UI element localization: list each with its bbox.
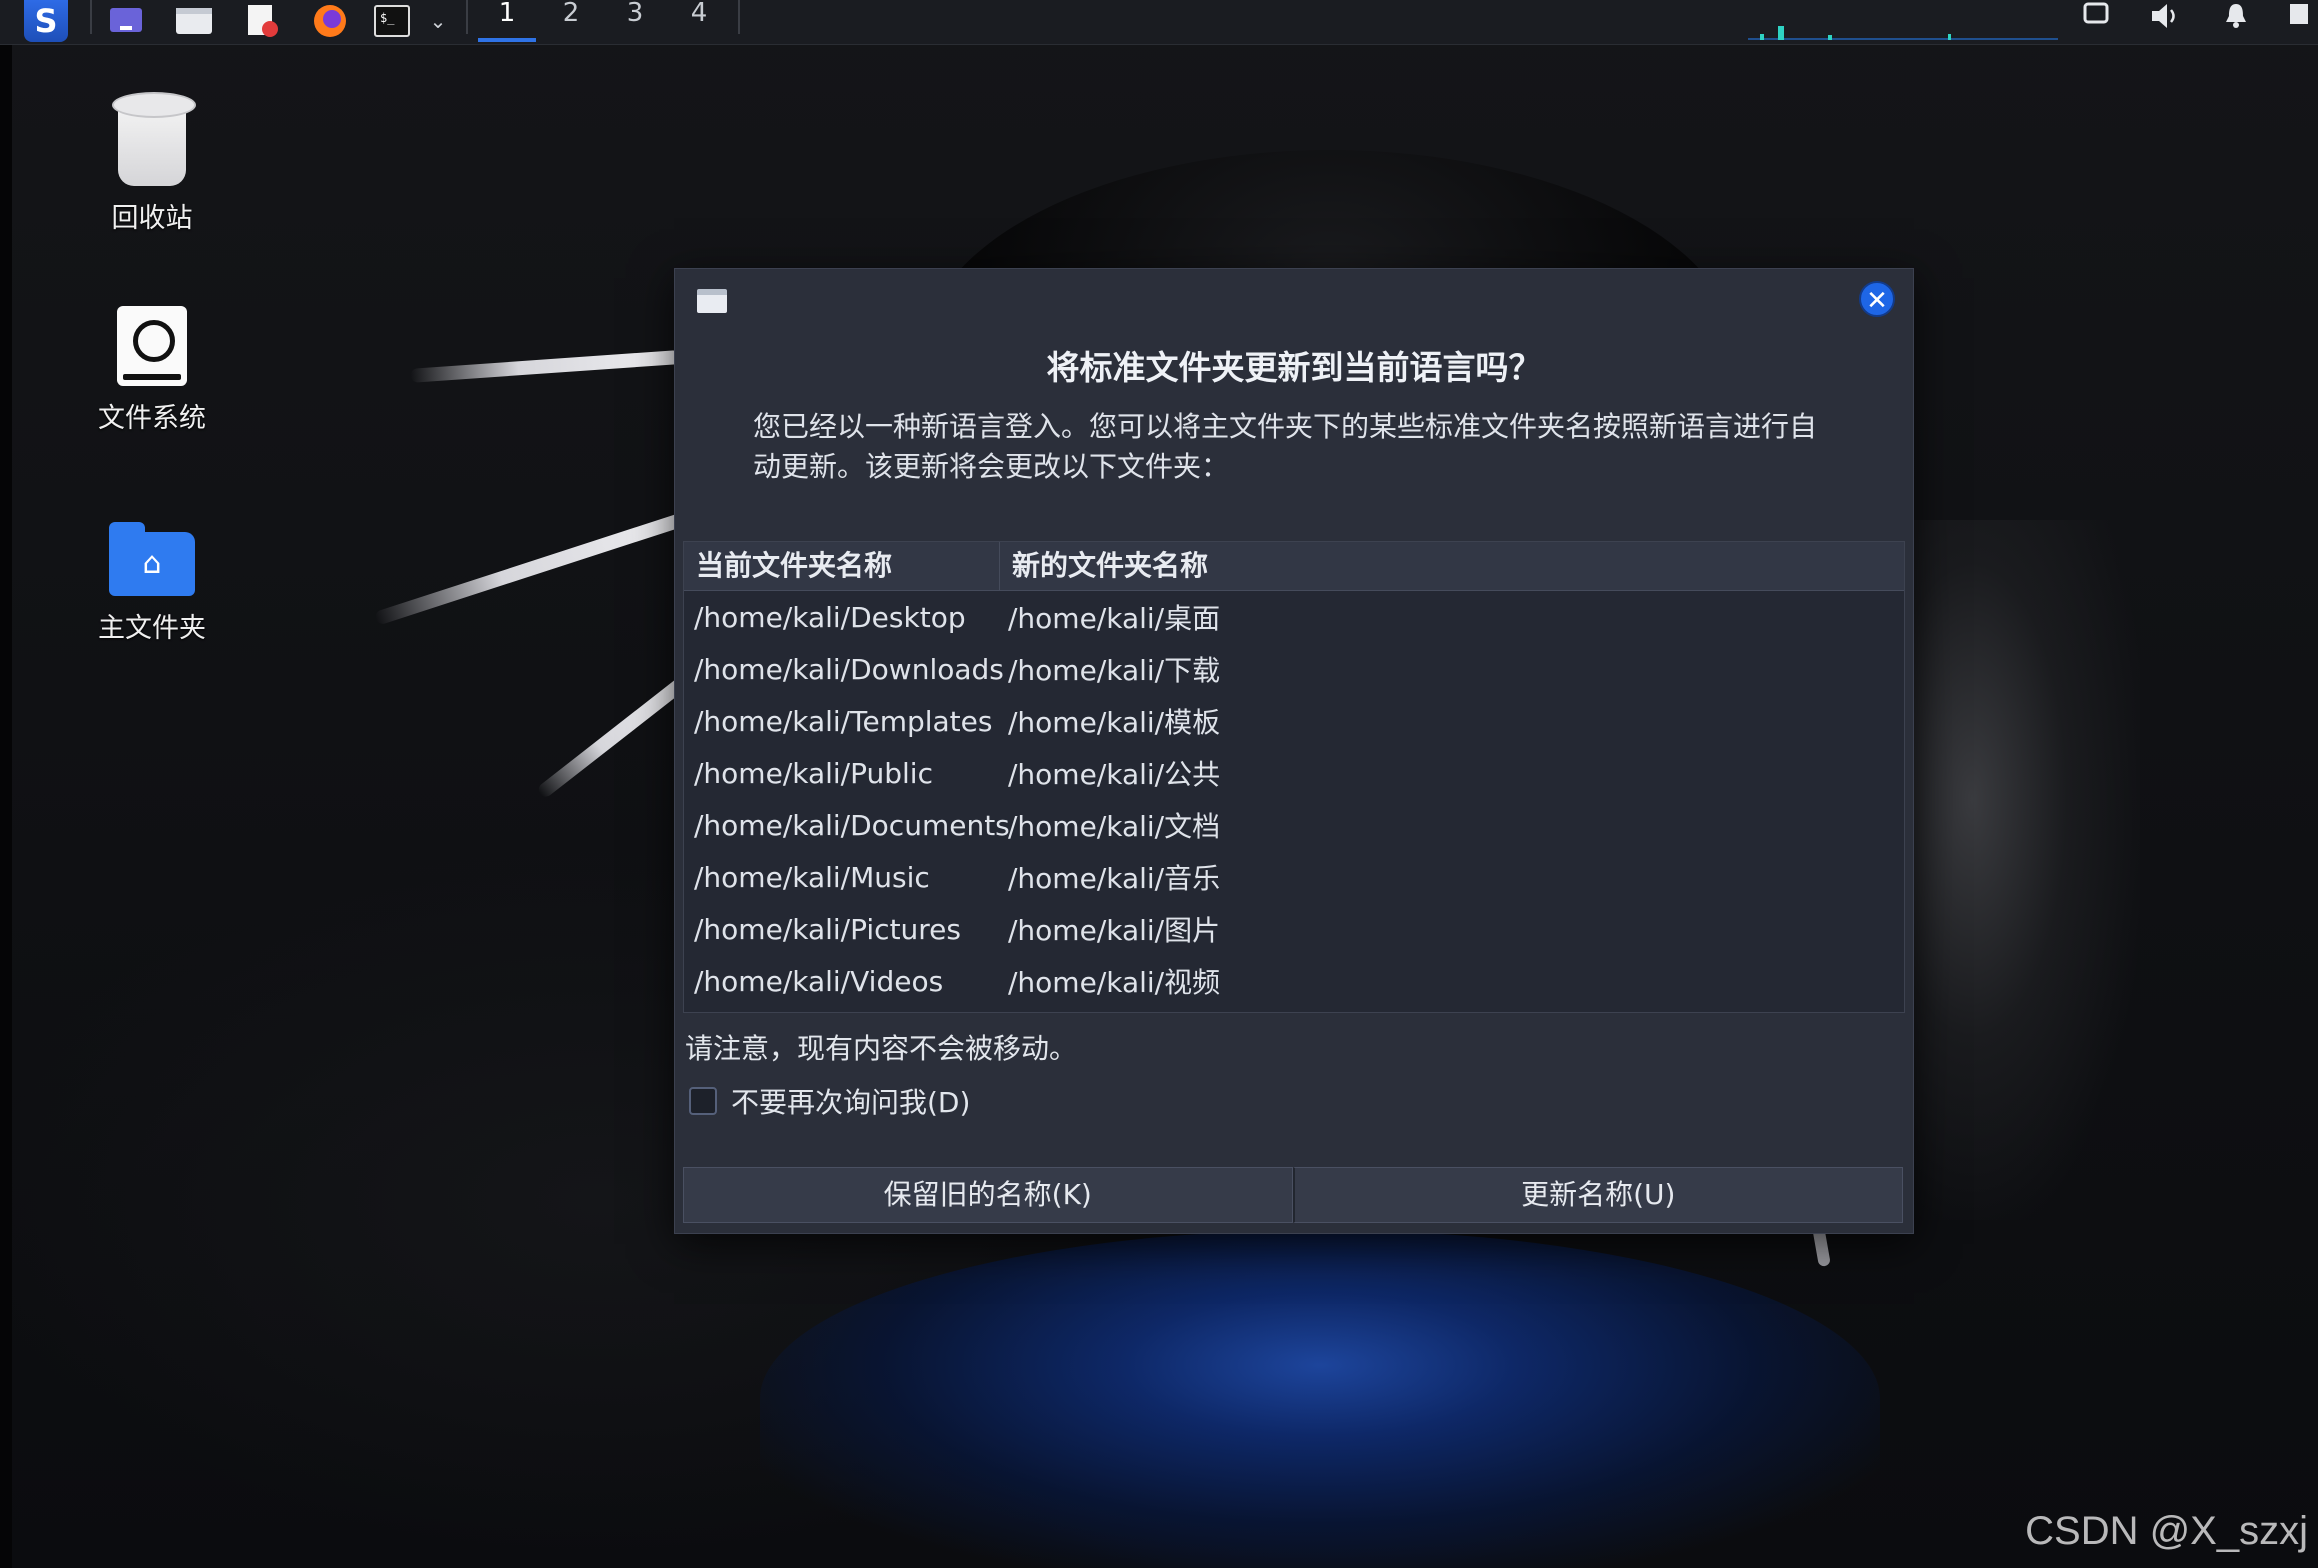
terminal-icon[interactable]: $_: [370, 0, 414, 42]
watermark-text: CSDN @X_szxj: [2025, 1509, 2308, 1553]
current-folder-cell: /home/kali/Downloads: [694, 652, 1004, 686]
dont-ask-again-checkbox[interactable]: [689, 1087, 717, 1115]
file-manager-icon[interactable]: [172, 0, 216, 42]
desktop-icon-trash[interactable]: 回收站: [62, 92, 242, 235]
panel-separator: [466, 0, 468, 34]
table-row[interactable]: /home/kali/Templates /home/kali/模板: [684, 695, 1904, 747]
filesystem-icon: [117, 306, 187, 386]
new-folder-cell: /home/kali/公共: [1008, 758, 1221, 791]
screen-edge: [0, 0, 12, 1568]
current-folder-cell: /home/kali/Videos: [694, 964, 944, 998]
new-folder-cell: /home/kali/视频: [1008, 966, 1221, 999]
kali-menu-icon[interactable]: S: [24, 0, 68, 42]
new-folder-cell: /home/kali/图片: [1008, 914, 1221, 947]
panel-separator: [90, 0, 92, 34]
window-icon: [697, 289, 727, 313]
new-folder-cell: /home/kali/文档: [1008, 810, 1221, 843]
new-folder-cell: /home/kali/模板: [1008, 706, 1221, 739]
table-row[interactable]: /home/kali/Desktop /home/kali/桌面: [684, 591, 1904, 643]
wallpaper-blade: [535, 671, 695, 800]
text-editor-icon[interactable]: [240, 0, 284, 42]
desktop-icon-home[interactable]: ⌂ 主文件夹: [62, 522, 242, 645]
volume-icon[interactable]: [2146, 2, 2182, 32]
folder-table: 当前文件夹名称 新的文件夹名称 /home/kali/Desktop /home…: [683, 541, 1905, 1013]
workspace-3[interactable]: 3: [606, 0, 664, 42]
update-folders-dialog: ✕ 将标准文件夹更新到当前语言吗？ 您已经以一种新语言登入。您可以将主文件夹下的…: [674, 268, 1914, 1234]
network-icon[interactable]: [2078, 2, 2114, 32]
column-header-new[interactable]: 新的文件夹名称: [1000, 542, 1904, 590]
update-names-button[interactable]: 更新名称(U): [1292, 1167, 1903, 1223]
wallpaper-spikes: [1900, 520, 2140, 1220]
desktop-icon-filesystem[interactable]: 文件系统: [62, 306, 242, 435]
table-row[interactable]: /home/kali/Public /home/kali/公共: [684, 747, 1904, 799]
workspace-1[interactable]: 1: [478, 0, 536, 42]
wallpaper-blade: [373, 510, 693, 626]
workspace-4[interactable]: 4: [670, 0, 728, 42]
workspace-2[interactable]: 2: [542, 0, 600, 42]
table-row[interactable]: /home/kali/Documents /home/kali/文档: [684, 799, 1904, 851]
current-folder-cell: /home/kali/Documents: [694, 808, 1010, 842]
table-header: 当前文件夹名称 新的文件夹名称: [684, 542, 1904, 591]
home-folder-icon: ⌂: [109, 522, 195, 596]
power-icon[interactable]: [2280, 2, 2316, 32]
table-row[interactable]: /home/kali/Videos /home/kali/视频: [684, 955, 1904, 1007]
current-folder-cell: /home/kali/Templates: [694, 704, 993, 738]
new-folder-cell: /home/kali/音乐: [1008, 862, 1221, 895]
column-header-current[interactable]: 当前文件夹名称: [684, 542, 1000, 590]
current-folder-cell: /home/kali/Music: [694, 860, 930, 894]
wallpaper-blade: [410, 350, 681, 383]
new-folder-cell: /home/kali/下载: [1008, 654, 1221, 687]
top-panel: S $_ ⌄ 1 2 3 4: [0, 0, 2318, 45]
new-folder-cell: /home/kali/桌面: [1008, 602, 1221, 635]
dont-ask-again-row[interactable]: 不要再次询问我(D): [689, 1081, 970, 1121]
table-row[interactable]: /home/kali/Pictures /home/kali/图片: [684, 903, 1904, 955]
desktop-icon-label: 主文件夹: [98, 613, 206, 644]
wallpaper-blue-water: [760, 1230, 1880, 1568]
svg-text:$_: $_: [380, 11, 395, 25]
panel-separator: [738, 0, 740, 34]
trash-icon: [112, 92, 196, 186]
current-folder-cell: /home/kali/Desktop: [694, 600, 966, 634]
note-text: 请注意，现有内容不会被移动。: [685, 1032, 1078, 1065]
dialog-title: 将标准文件夹更新到当前语言吗？: [1046, 348, 1542, 387]
keep-old-names-button[interactable]: 保留旧的名称(K): [683, 1167, 1293, 1223]
table-row[interactable]: /home/kali/Downloads /home/kali/下载: [684, 643, 1904, 695]
current-folder-cell: /home/kali/Pictures: [694, 912, 961, 946]
chevron-down-icon[interactable]: ⌄: [418, 0, 458, 42]
firefox-icon[interactable]: [308, 0, 352, 42]
notification-bell-icon[interactable]: [2218, 2, 2254, 32]
dont-ask-again-label[interactable]: 不要再次询问我(D): [731, 1081, 970, 1121]
table-row[interactable]: /home/kali/Music /home/kali/音乐: [684, 851, 1904, 903]
desktop-icon-label: 回收站: [111, 203, 193, 234]
current-folder-cell: /home/kali/Public: [694, 756, 933, 790]
dialog-buttons: 保留旧的名称(K) 更新名称(U): [683, 1167, 1903, 1223]
close-button[interactable]: ✕: [1859, 281, 1895, 317]
desktop-icon-label: 文件系统: [98, 403, 206, 434]
dialog-description: 您已经以一种新语言登入。您可以将主文件夹下的某些标准文件夹名按照新语言进行自动更…: [753, 410, 1818, 483]
show-desktop-icon[interactable]: [104, 0, 148, 42]
cpu-graph: [1748, 26, 2058, 40]
